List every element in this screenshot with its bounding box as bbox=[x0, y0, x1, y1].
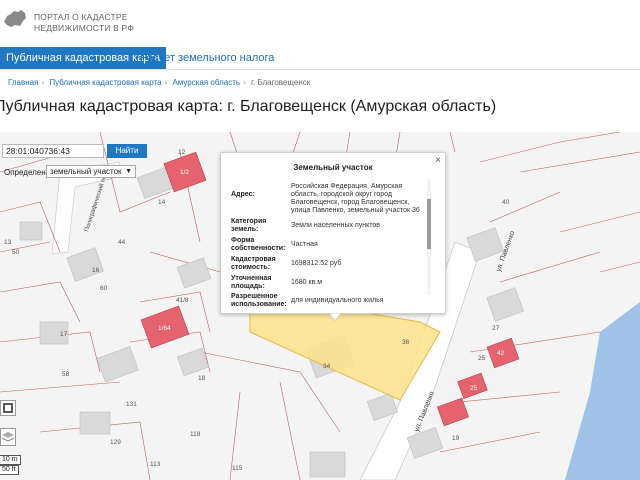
layers-button[interactable] bbox=[0, 428, 16, 446]
parcel-number: 17 bbox=[60, 331, 68, 338]
breadcrumb-home[interactable]: Главная bbox=[8, 78, 38, 87]
parcel-number: 129 bbox=[110, 439, 121, 446]
parcel-number: 12 bbox=[178, 149, 186, 156]
parcel-number: 115 bbox=[232, 465, 243, 472]
chevron-down-icon: ▼ bbox=[125, 168, 132, 175]
tab-land-tax-calc[interactable]: Расчет земельного налога bbox=[140, 47, 274, 69]
breadcrumb-map[interactable]: Публичная кадастровая карта bbox=[49, 78, 161, 87]
parcel-number: 113 bbox=[150, 461, 161, 468]
parcel-number: 36 bbox=[402, 339, 410, 346]
parcel-number: 14 bbox=[158, 199, 166, 206]
red-label: 1/2 bbox=[180, 169, 189, 176]
search-button[interactable]: Найти bbox=[107, 144, 147, 158]
parcel-number: 19 bbox=[452, 435, 460, 442]
parcel-number: 41/8 bbox=[176, 297, 189, 304]
parcel-info-popup: × Земельный участок Адрес: Российская Фе… bbox=[220, 152, 446, 321]
main-nav: Публичная кадастровая карта Расчет земел… bbox=[0, 44, 640, 70]
parcel-number: 44 bbox=[118, 239, 126, 246]
parcel-number: 18 bbox=[198, 375, 206, 382]
parcel-number: 27 bbox=[492, 325, 500, 332]
parcel-number: 50 bbox=[12, 249, 20, 256]
logo-text[interactable]: ПОРТАЛ О КАДАСТРЕ НЕДВИЖИМОСТИ В РФ bbox=[34, 12, 134, 34]
red-label: 25 bbox=[470, 385, 478, 392]
parcel-number: 118 bbox=[190, 431, 201, 438]
parcel-number: 60 bbox=[100, 285, 108, 292]
scroll-thumb[interactable] bbox=[427, 199, 431, 249]
breadcrumb-region[interactable]: Амурская область bbox=[172, 78, 240, 87]
layers-icon bbox=[1, 432, 15, 442]
parcel-number: 40 bbox=[502, 199, 510, 206]
parcel-number: 16 bbox=[92, 267, 100, 274]
scale-metric: 10 m bbox=[0, 455, 21, 465]
scale-imperial: 50 ft bbox=[0, 465, 19, 475]
red-label: 1/64 bbox=[158, 325, 171, 332]
parcel-number: 131 bbox=[126, 401, 137, 408]
square-icon bbox=[3, 403, 13, 413]
definition-select[interactable]: земельный участок ▼ bbox=[46, 165, 136, 178]
parcel-number: 58 bbox=[62, 371, 70, 378]
popup-title: Земельный участок bbox=[293, 163, 373, 172]
definition-selected: земельный участок bbox=[50, 167, 122, 176]
parcel-number: 13 bbox=[4, 239, 12, 246]
parcel-number: 25 bbox=[478, 355, 486, 362]
fullscreen-button[interactable] bbox=[0, 400, 16, 416]
russia-map-logo-icon[interactable] bbox=[2, 8, 28, 30]
cadastral-search-input[interactable] bbox=[2, 144, 104, 158]
page-title: Публичная кадастровая карта: г. Благовещ… bbox=[0, 98, 497, 115]
parcel-number: 34 bbox=[323, 363, 331, 370]
popup-pointer-icon bbox=[329, 313, 341, 321]
popup-scrollbar[interactable] bbox=[427, 179, 431, 295]
top-header: ПОРТАЛ О КАДАСТРЕ НЕДВИЖИМОСТИ В РФ bbox=[0, 0, 640, 44]
breadcrumb-city: г. Благовещенск bbox=[250, 78, 311, 87]
breadcrumb: Главная › Публичная кадастровая карта › Ам… bbox=[8, 78, 311, 87]
red-label: 42 bbox=[497, 350, 505, 357]
